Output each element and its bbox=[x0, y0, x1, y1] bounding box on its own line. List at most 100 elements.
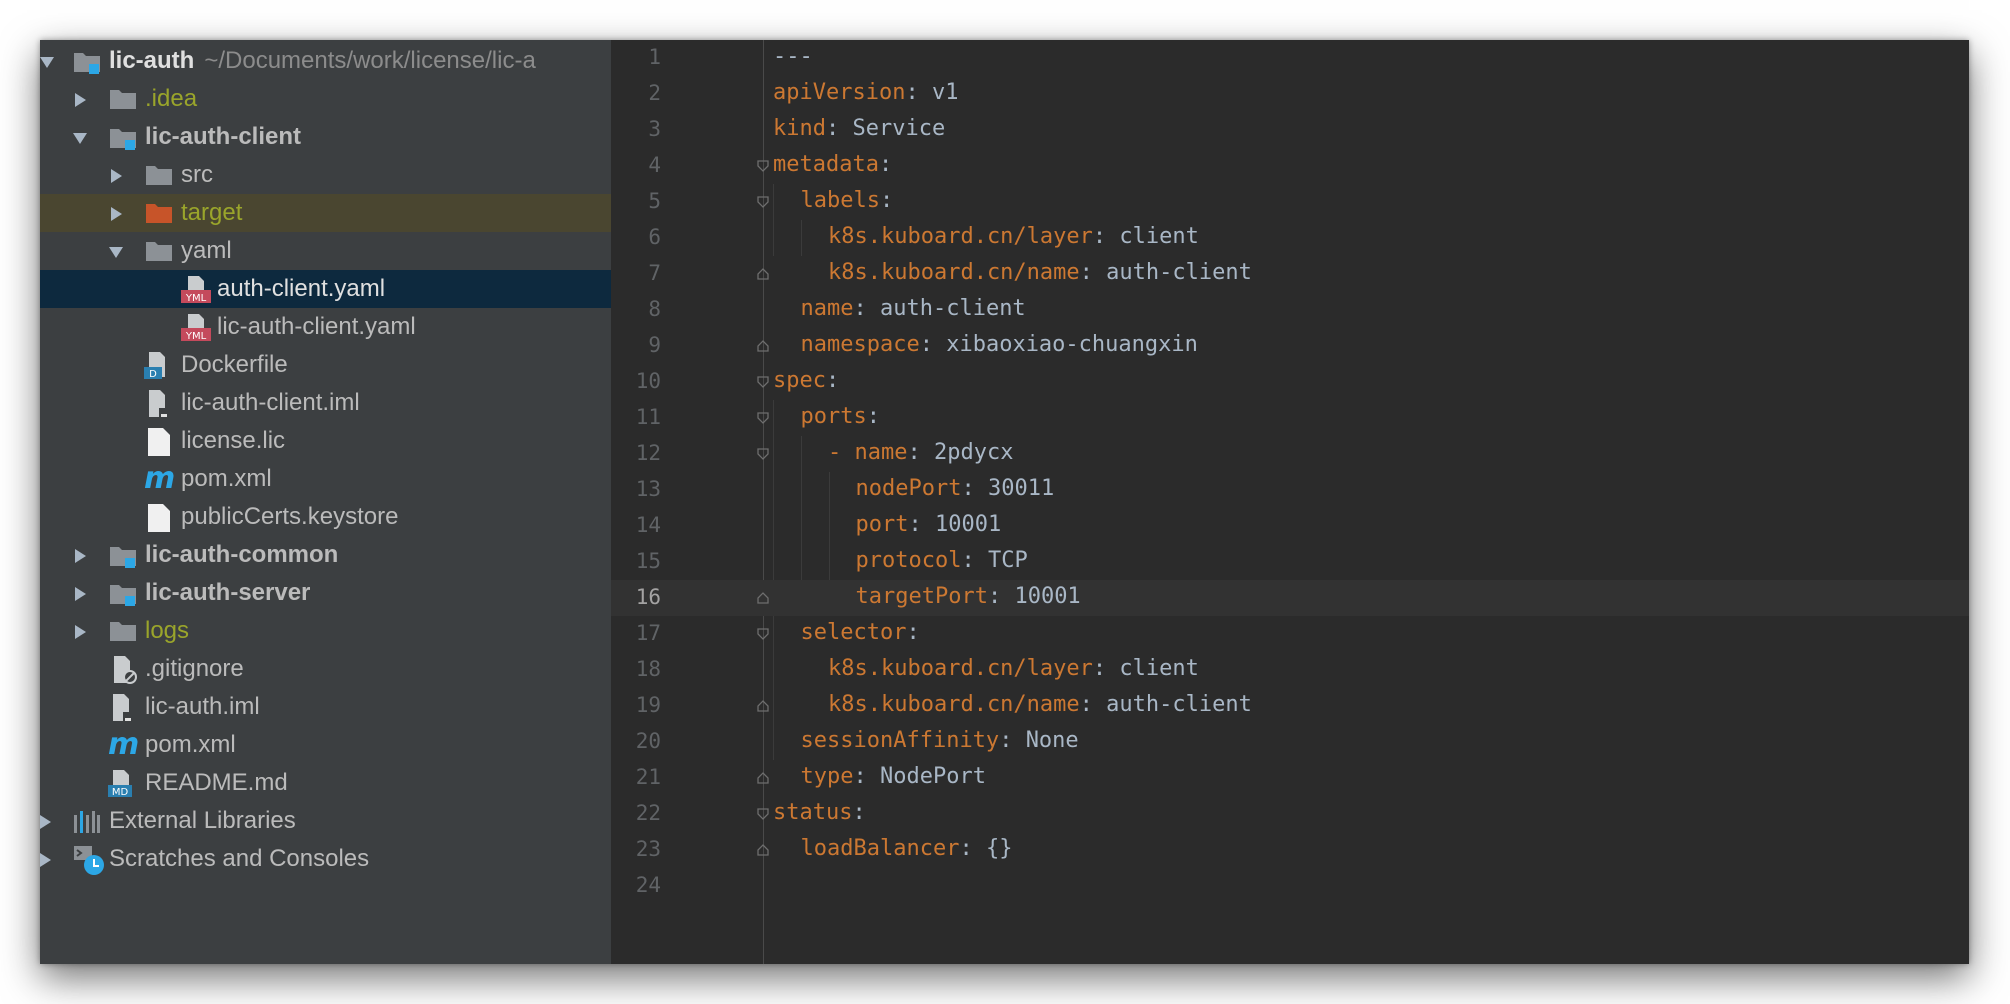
code-line[interactable]: 8 name: auth-client bbox=[611, 292, 1969, 328]
excluded-folder-icon bbox=[145, 201, 173, 225]
tree-item-idea[interactable]: .idea bbox=[40, 80, 611, 118]
tree-item-src[interactable]: src bbox=[40, 156, 611, 194]
code-line[interactable]: 15 protocol: TCP bbox=[611, 544, 1969, 580]
tree-item-external-libraries[interactable]: External Libraries bbox=[40, 802, 611, 840]
maven-icon: m bbox=[142, 461, 175, 496]
folder-icon bbox=[109, 619, 137, 643]
fold-open-icon[interactable] bbox=[757, 808, 769, 820]
scratches-icon bbox=[73, 845, 104, 875]
code-line[interactable]: 4 metadata: bbox=[611, 148, 1969, 184]
code-line[interactable]: 19 k8s.kuboard.cn/name: auth-client bbox=[611, 688, 1969, 724]
tree-root-lic-auth[interactable]: lic-auth ~/Documents/work/license/lic-a bbox=[40, 42, 611, 80]
tree-item-lic-auth-iml[interactable]: lic-auth.iml bbox=[40, 688, 611, 726]
tree-label: README.md bbox=[145, 769, 288, 796]
tree-item-logs[interactable]: logs bbox=[40, 612, 611, 650]
fold-open-icon[interactable] bbox=[757, 412, 769, 424]
code-line[interactable]: 11 ports: bbox=[611, 400, 1969, 436]
chevron-right-icon[interactable] bbox=[75, 587, 86, 601]
tree-item-lic-auth-server[interactable]: lic-auth-server bbox=[40, 574, 611, 612]
tree-item-gitignore[interactable]: .gitignore bbox=[40, 650, 611, 688]
code-line[interactable]: 14 port: 10001 bbox=[611, 508, 1969, 544]
yaml-value: 10001 bbox=[934, 512, 1002, 537]
folder-icon bbox=[109, 87, 137, 111]
tree-item-publiccerts-keystore[interactable]: publicCerts.keystore bbox=[40, 498, 611, 536]
fold-close-icon[interactable] bbox=[757, 592, 769, 604]
line-number: 3 bbox=[648, 117, 661, 141]
tree-label: src bbox=[181, 161, 213, 188]
fold-close-icon[interactable] bbox=[757, 844, 769, 856]
fold-open-icon[interactable] bbox=[757, 448, 769, 460]
chevron-right-icon[interactable] bbox=[75, 93, 86, 107]
tree-item-lic-auth-common[interactable]: lic-auth-common bbox=[40, 536, 611, 574]
tree-item-lic-auth-client-yaml[interactable]: YML lic-auth-client.yaml bbox=[40, 308, 611, 346]
code-line[interactable]: 13 nodePort: 30011 bbox=[611, 472, 1969, 508]
tree-item-auth-client-yaml[interactable]: YML auth-client.yaml bbox=[40, 270, 611, 308]
tree-item-yaml[interactable]: yaml bbox=[40, 232, 611, 270]
code-text: port: 10001 bbox=[855, 512, 1002, 537]
chevron-right-icon[interactable] bbox=[40, 853, 51, 867]
code-line[interactable]: 3 kind: Service bbox=[611, 112, 1969, 148]
tree-label: publicCerts.keystore bbox=[181, 503, 399, 530]
code-line[interactable]: 9 namespace: xibaoxiao-chuangxin bbox=[611, 328, 1969, 364]
code-line[interactable]: 7 k8s.kuboard.cn/name: auth-client bbox=[611, 256, 1969, 292]
code-editor[interactable]: 1 --- 2 apiVersion: v1 3 kind: Service 4 metada… bbox=[611, 40, 1969, 964]
yaml-key: loadBalancer bbox=[800, 836, 960, 861]
chevron-right-icon[interactable] bbox=[40, 815, 51, 829]
yaml-key: ports bbox=[800, 404, 867, 429]
code-line[interactable]: 20 sessionAffinity: None bbox=[611, 724, 1969, 760]
code-line[interactable]: 12 - name: 2pdycx bbox=[611, 436, 1969, 472]
code-text: metadata: bbox=[773, 152, 893, 177]
tree-item-readme-md[interactable]: MD README.md bbox=[40, 764, 611, 802]
code-line[interactable]: 21 type: NodePort bbox=[611, 760, 1969, 796]
chevron-right-icon[interactable] bbox=[111, 207, 122, 221]
code-line[interactable]: 17 selector: bbox=[611, 616, 1969, 652]
chevron-right-icon[interactable] bbox=[111, 169, 122, 183]
yaml-key: k8s.kuboard.cn/name bbox=[828, 692, 1080, 717]
fold-open-icon[interactable] bbox=[757, 628, 769, 640]
code-line[interactable]: 6 k8s.kuboard.cn/layer: client bbox=[611, 220, 1969, 256]
module-folder-icon bbox=[109, 543, 137, 568]
code-line[interactable]: 18 k8s.kuboard.cn/layer: client bbox=[611, 652, 1969, 688]
fold-close-icon[interactable] bbox=[757, 268, 769, 280]
fold-close-icon[interactable] bbox=[757, 772, 769, 784]
tree-item-pom-xml[interactable]: m pom.xml bbox=[40, 460, 611, 498]
fold-close-icon[interactable] bbox=[757, 700, 769, 712]
code-text: protocol: TCP bbox=[855, 548, 1028, 573]
module-folder-icon bbox=[109, 125, 137, 150]
code-text: sessionAffinity: None bbox=[800, 728, 1079, 753]
chevron-down-icon[interactable] bbox=[40, 57, 54, 68]
line-number: 10 bbox=[635, 369, 661, 393]
fold-close-icon[interactable] bbox=[757, 340, 769, 352]
tree-item-dockerfile[interactable]: D Dockerfile bbox=[40, 346, 611, 384]
tree-item-lic-auth-client-iml[interactable]: lic-auth-client.iml bbox=[40, 384, 611, 422]
chevron-right-icon[interactable] bbox=[75, 549, 86, 563]
yaml-value: auth-client bbox=[879, 296, 1026, 321]
code-line[interactable]: 24 bbox=[611, 868, 1969, 904]
code-line[interactable]: 1 --- bbox=[611, 40, 1969, 76]
tree-label: pom.xml bbox=[145, 731, 236, 758]
code-text: k8s.kuboard.cn/name: auth-client bbox=[828, 260, 1252, 285]
code-text: name: auth-client bbox=[800, 296, 1026, 321]
code-line[interactable]: 5 labels: bbox=[611, 184, 1969, 220]
fold-open-icon[interactable] bbox=[757, 196, 769, 208]
tree-item-root-pom-xml[interactable]: m pom.xml bbox=[40, 726, 611, 764]
chevron-down-icon[interactable] bbox=[73, 133, 87, 144]
chevron-right-icon[interactable] bbox=[75, 625, 86, 639]
tree-item-license-lic[interactable]: license.lic bbox=[40, 422, 611, 460]
folder-icon bbox=[145, 239, 173, 263]
code-line[interactable]: 22 status: bbox=[611, 796, 1969, 832]
code-line[interactable]: 2 apiVersion: v1 bbox=[611, 76, 1969, 112]
yaml-key: port bbox=[855, 512, 909, 537]
line-number: 1 bbox=[648, 45, 661, 69]
code-line[interactable]: 16 targetPort: 10001 bbox=[611, 580, 1969, 616]
tree-label: auth-client.yaml bbox=[217, 275, 386, 302]
code-line[interactable]: 10 spec: bbox=[611, 364, 1969, 400]
chevron-down-icon[interactable] bbox=[109, 247, 123, 258]
code-line[interactable]: 23 loadBalancer: {} bbox=[611, 832, 1969, 868]
tree-item-scratches-and-consoles[interactable]: Scratches and Consoles bbox=[40, 840, 611, 878]
fold-open-icon[interactable] bbox=[757, 376, 769, 388]
fold-open-icon[interactable] bbox=[757, 160, 769, 172]
tree-item-lic-auth-client[interactable]: lic-auth-client bbox=[40, 118, 611, 156]
tree-item-target[interactable]: target bbox=[40, 194, 611, 232]
line-number: 15 bbox=[635, 549, 661, 573]
